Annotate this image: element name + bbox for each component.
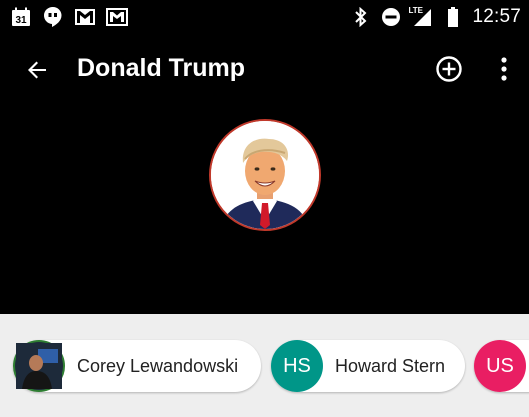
contact-initials-avatar: HS [271, 340, 323, 392]
calendar-day: 31 [15, 15, 27, 26]
contact-avatar [209, 119, 321, 231]
contact-chip[interactable]: HS Howard Stern [271, 340, 465, 392]
status-bar-left: 31 [10, 6, 128, 28]
arrow-back-icon[interactable] [20, 53, 54, 87]
status-bar: 31 LTE 12:57 [0, 0, 529, 36]
gmail-icon [106, 6, 128, 28]
contact-chip-label: Howard Stern [335, 356, 446, 376]
add-circle-icon[interactable] [433, 53, 465, 85]
contact-initials-avatar: US [474, 340, 526, 392]
app-bar: Donald Trump [0, 36, 529, 102]
more-vert-icon[interactable] [492, 53, 516, 85]
contact-chip[interactable]: Corey Lewandowski [13, 340, 261, 392]
bluetooth-icon [350, 6, 372, 28]
battery-icon [442, 6, 464, 28]
page-title: Donald Trump [77, 54, 246, 82]
calendar-icon: 31 [10, 6, 32, 28]
lte-signal-icon: LTE [408, 6, 434, 28]
contact-chip-label: Corey Lewandowski [77, 356, 239, 376]
related-contacts-bar: Corey Lewandowski HS Howard Stern US [0, 314, 529, 417]
network-label: LTE [408, 6, 423, 15]
status-time: 12:57 [472, 6, 521, 27]
gmail-icon [74, 6, 96, 28]
status-bar-right: LTE 12:57 [350, 6, 521, 28]
contact-photo-avatar [13, 340, 65, 392]
hangouts-icon [42, 6, 64, 28]
do-not-disturb-icon [380, 6, 402, 28]
contact-chip[interactable]: US [474, 340, 529, 392]
